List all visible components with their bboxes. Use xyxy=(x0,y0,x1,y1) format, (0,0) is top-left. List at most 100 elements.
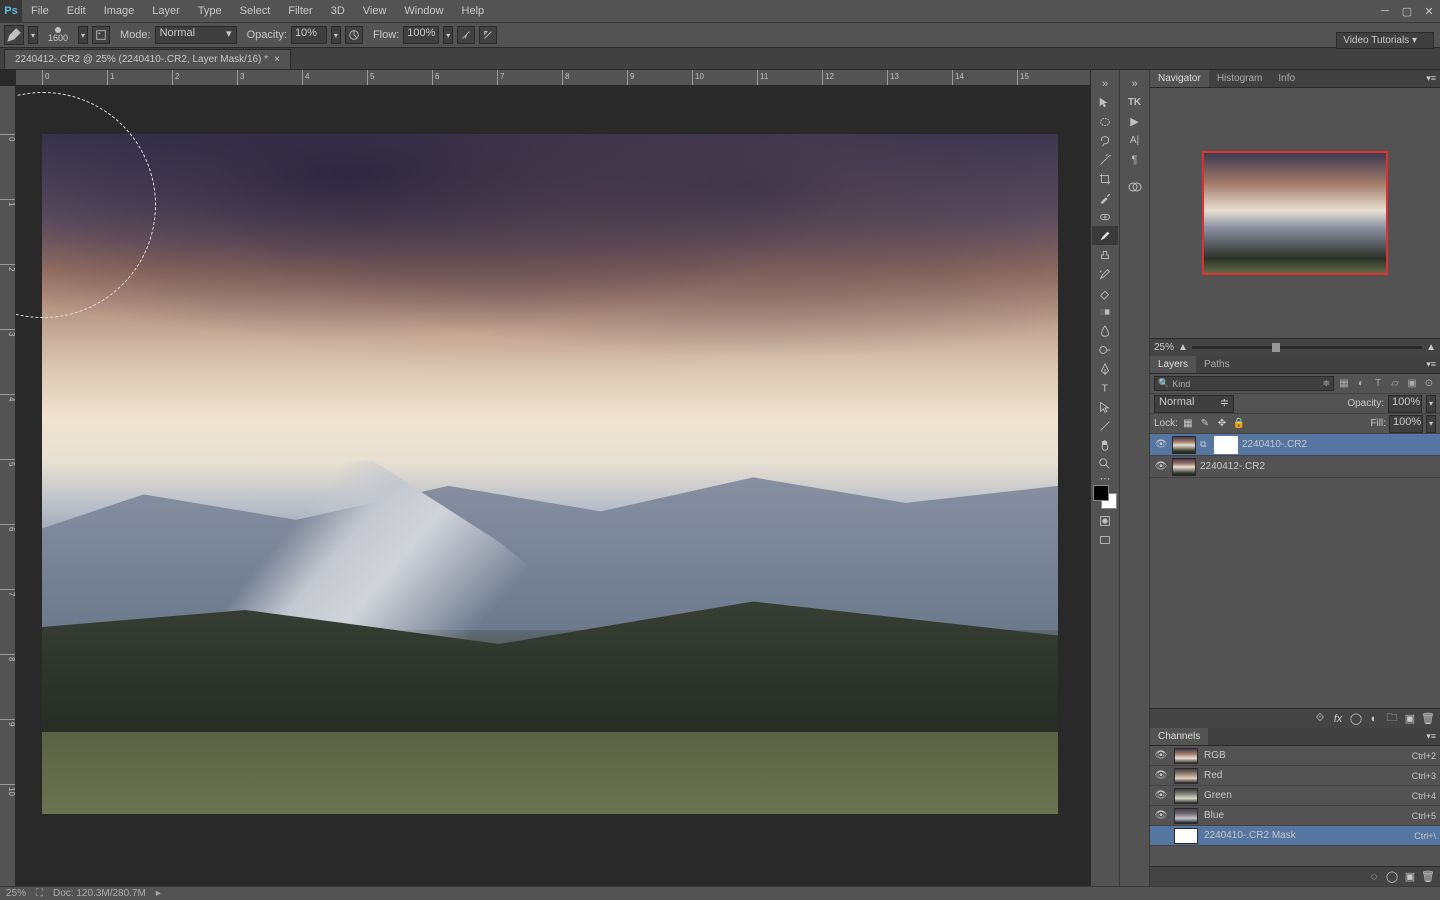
opacity-dropdown[interactable]: ▾ xyxy=(331,26,341,44)
layer-thumbnail[interactable] xyxy=(1172,436,1196,454)
save-selection-icon[interactable]: ◯ xyxy=(1384,869,1400,885)
collapse-icon[interactable]: » xyxy=(1122,74,1148,93)
tab-info[interactable]: Info xyxy=(1270,70,1303,87)
hand-tool[interactable] xyxy=(1092,435,1118,454)
brush-dropdown[interactable]: ▾ xyxy=(78,26,88,44)
dodge-tool[interactable] xyxy=(1092,340,1118,359)
new-channel-icon[interactable]: ▣ xyxy=(1402,869,1418,885)
healing-brush-tool[interactable] xyxy=(1092,207,1118,226)
channel-row-rgb[interactable]: 👁 RGB Ctrl+2 xyxy=(1150,746,1440,766)
blend-mode-select[interactable]: Normal ▾ xyxy=(155,26,237,44)
vertical-ruler[interactable]: 0 1 2 3 4 5 6 7 8 9 10 xyxy=(0,86,16,886)
blur-tool[interactable] xyxy=(1092,321,1118,340)
quick-mask-toggle[interactable] xyxy=(1092,511,1118,530)
filter-smart-icon[interactable]: ▣ xyxy=(1405,377,1419,391)
layer-thumbnail[interactable] xyxy=(1172,458,1196,476)
layer-filter-kind[interactable]: 🔍 Kind ≑ xyxy=(1154,376,1334,391)
delete-layer-icon[interactable]: 🗑 xyxy=(1420,711,1436,727)
channel-visibility-icon[interactable]: 👁 xyxy=(1154,789,1168,803)
foreground-color-swatch[interactable] xyxy=(1093,485,1109,501)
collapse-dock-icon[interactable]: » xyxy=(1092,74,1118,93)
pen-tool[interactable] xyxy=(1092,359,1118,378)
navigator-zoom-slider[interactable] xyxy=(1192,346,1422,349)
menu-filter[interactable]: Filter xyxy=(279,1,321,21)
brush-tool[interactable] xyxy=(1092,226,1118,245)
paragraph-panel-icon[interactable]: ¶ xyxy=(1122,150,1148,169)
marquee-tool[interactable] xyxy=(1092,112,1118,131)
actions-play-icon[interactable]: ▶ xyxy=(1122,112,1148,131)
tool-preset-dropdown[interactable]: ▾ xyxy=(28,26,38,44)
filter-adjust-icon[interactable]: ◐ xyxy=(1354,377,1368,391)
tab-histogram[interactable]: Histogram xyxy=(1209,70,1271,87)
tab-layers[interactable]: Layers xyxy=(1150,356,1196,373)
menu-help[interactable]: Help xyxy=(453,1,494,21)
close-button[interactable]: ✕ xyxy=(1418,2,1440,20)
brush-panel-toggle[interactable] xyxy=(92,26,110,44)
delete-channel-icon[interactable]: 🗑 xyxy=(1420,869,1436,885)
menu-layer[interactable]: Layer xyxy=(143,1,189,21)
layer-row[interactable]: 👁 ⧉ 2240410-.CR2 xyxy=(1150,434,1440,456)
layer-fill-dropdown[interactable]: ▾ xyxy=(1426,415,1436,433)
zoom-tool[interactable] xyxy=(1092,454,1118,473)
lock-all-icon[interactable]: 🔒 xyxy=(1232,417,1246,431)
status-zoom[interactable]: 25% xyxy=(6,888,26,899)
eraser-tool[interactable] xyxy=(1092,283,1118,302)
type-tool[interactable]: T xyxy=(1092,378,1118,397)
menu-select[interactable]: Select xyxy=(231,1,280,21)
add-mask-icon[interactable]: ◯ xyxy=(1348,711,1364,727)
link-layers-icon[interactable]: ⟐ xyxy=(1312,711,1328,727)
minimize-button[interactable]: ─ xyxy=(1374,2,1396,20)
channel-visibility-icon[interactable]: 👁 xyxy=(1154,769,1168,783)
flow-dropdown[interactable]: ▾ xyxy=(443,26,453,44)
brush-preset-picker[interactable]: 1600 xyxy=(42,22,74,48)
channel-row-mask[interactable]: 2240410-.CR2 Mask Ctrl+\ xyxy=(1150,826,1440,846)
layer-name[interactable]: 2240412-.CR2 xyxy=(1200,461,1436,472)
layer-opacity-input[interactable]: 100% xyxy=(1388,395,1422,413)
navigator-thumbnail[interactable] xyxy=(1202,151,1388,275)
channel-row-green[interactable]: 👁 Green Ctrl+4 xyxy=(1150,786,1440,806)
status-info-dropdown[interactable]: ▸ xyxy=(156,888,161,899)
channel-visibility-icon[interactable] xyxy=(1154,829,1168,843)
new-layer-icon[interactable]: ▣ xyxy=(1402,711,1418,727)
lasso-tool[interactable] xyxy=(1092,131,1118,150)
gradient-tool[interactable] xyxy=(1092,302,1118,321)
adjustments-panel-icon[interactable] xyxy=(1122,177,1148,196)
lock-position-icon[interactable]: ✥ xyxy=(1215,417,1229,431)
video-tutorials-dropdown[interactable]: Video Tutorials ▾ xyxy=(1336,32,1434,49)
opacity-input[interactable]: 10% xyxy=(291,26,327,44)
layer-visibility-icon[interactable]: 👁 xyxy=(1154,460,1168,474)
pressure-size-toggle[interactable] xyxy=(479,26,497,44)
menu-file[interactable]: File xyxy=(22,1,58,21)
flow-input[interactable]: 100% xyxy=(403,26,439,44)
canvas-viewport[interactable] xyxy=(16,86,1090,886)
eyedropper-tool[interactable] xyxy=(1092,188,1118,207)
screen-mode-toggle[interactable] xyxy=(1092,530,1118,549)
menu-window[interactable]: Window xyxy=(395,1,452,21)
document-tab[interactable]: 2240412-.CR2 @ 25% (2240410-.CR2, Layer … xyxy=(4,49,291,69)
airbrush-toggle[interactable] xyxy=(457,26,475,44)
tab-paths[interactable]: Paths xyxy=(1196,356,1238,373)
document-canvas[interactable] xyxy=(42,134,1058,814)
navigator-zoom-value[interactable]: 25% xyxy=(1154,342,1174,353)
layer-blend-mode[interactable]: Normal ≑ xyxy=(1154,395,1234,413)
status-doc-info[interactable]: Doc: 120.3M/280.7M xyxy=(53,888,146,899)
channel-row-blue[interactable]: 👁 Blue Ctrl+5 xyxy=(1150,806,1440,826)
layer-row[interactable]: 👁 2240412-.CR2 xyxy=(1150,456,1440,478)
layer-name[interactable]: 2240410-.CR2 xyxy=(1242,439,1436,450)
filter-shape-icon[interactable]: ▱ xyxy=(1388,377,1402,391)
tab-navigator[interactable]: Navigator xyxy=(1150,70,1209,87)
layer-mask-link-icon[interactable]: ⧉ xyxy=(1200,439,1210,450)
menu-3d[interactable]: 3D xyxy=(322,1,354,21)
channel-visibility-icon[interactable]: 👁 xyxy=(1154,749,1168,763)
crop-tool[interactable] xyxy=(1092,169,1118,188)
channel-row-red[interactable]: 👁 Red Ctrl+3 xyxy=(1150,766,1440,786)
document-tab-close[interactable]: × xyxy=(274,54,280,65)
pressure-opacity-toggle[interactable] xyxy=(345,26,363,44)
active-tool-icon[interactable] xyxy=(4,25,24,45)
magic-wand-tool[interactable] xyxy=(1092,150,1118,169)
layer-opacity-dropdown[interactable]: ▾ xyxy=(1426,395,1436,413)
status-expand-icon[interactable]: ⛶ xyxy=(36,888,43,899)
move-tool[interactable] xyxy=(1092,93,1118,112)
layer-visibility-icon[interactable]: 👁 xyxy=(1154,438,1168,452)
filter-type-icon[interactable]: T xyxy=(1371,377,1385,391)
